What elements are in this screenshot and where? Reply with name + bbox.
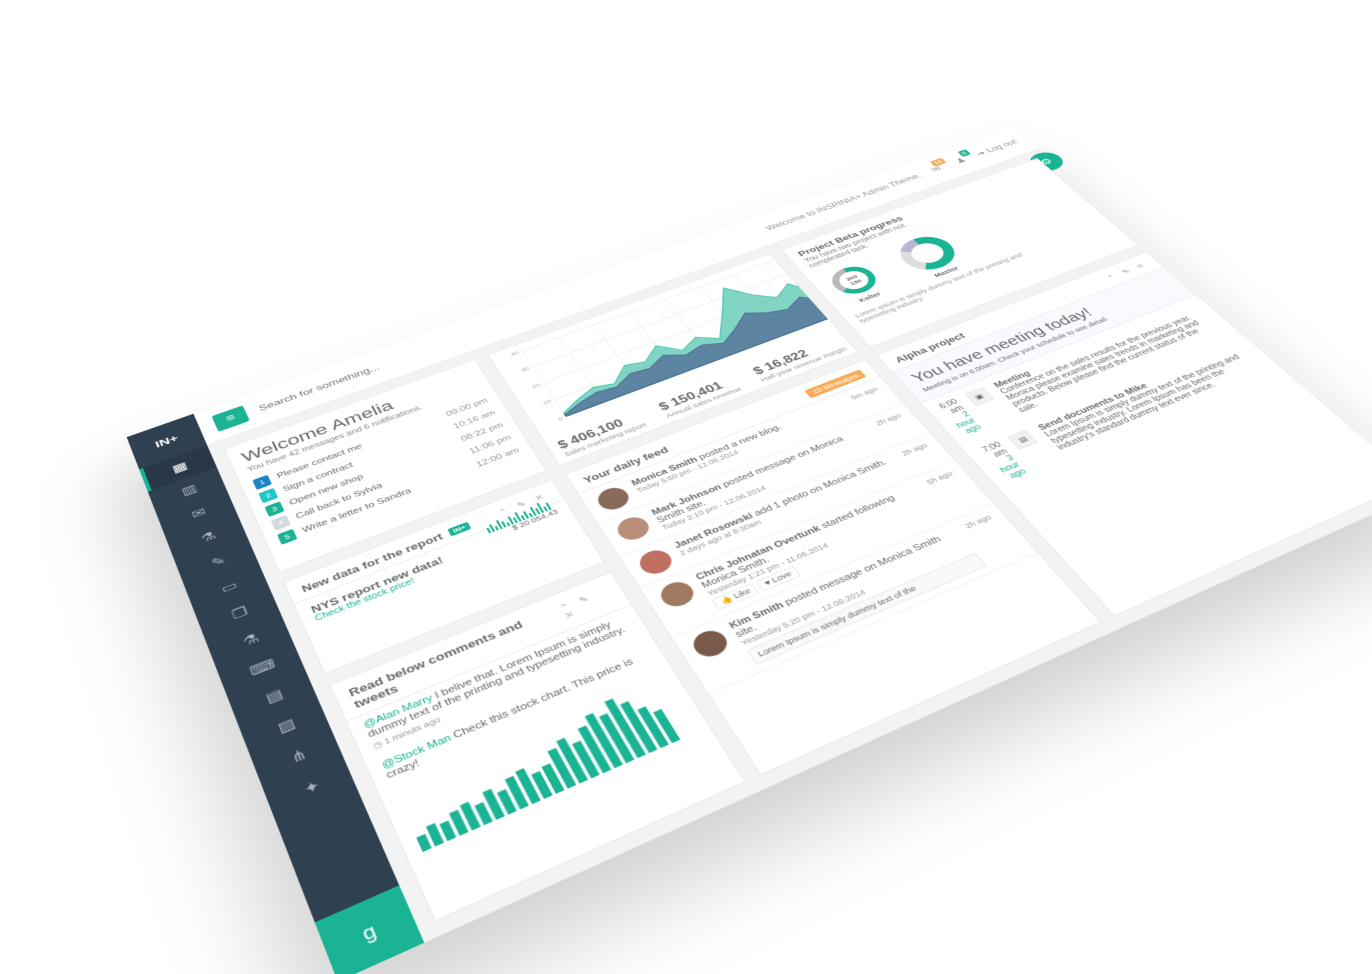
y-tick-label: 20 (531, 382, 542, 389)
new-data-label: IN+ (448, 522, 472, 537)
y-tick-label: 40 (510, 350, 521, 357)
love-label: Love (770, 570, 793, 585)
avatar[interactable] (688, 626, 732, 661)
briefcase-icon: ▣ (964, 387, 994, 407)
y-tick-label: 30 (520, 366, 531, 373)
avatar[interactable] (613, 513, 654, 543)
like-label: Like (732, 587, 753, 601)
y-tick-label: 0 (557, 416, 564, 422)
logout-label: Log out (984, 138, 1019, 154)
avatar[interactable] (593, 484, 633, 513)
avatar[interactable] (656, 578, 699, 611)
feed-time-ago: 2h ago (874, 412, 915, 441)
file-icon: ▤ (1008, 429, 1039, 450)
feed-time-ago: 2h ago (900, 442, 940, 470)
donut-slice (902, 250, 925, 268)
feed-time-ago: 5m ago (849, 386, 889, 413)
dashboard-window: IN+ ▦ ▥ ✉ ⚗ ✎ ▭ ❐ ⚗ ⌨ ▤ ▨ ⋔ ✦ g ≡ Welcom… (127, 126, 1372, 974)
y-tick-label: 10 (542, 399, 553, 407)
chart-vgridline (522, 351, 566, 417)
mail-count-badge: 16 (930, 158, 947, 167)
stock-bar (439, 820, 456, 841)
todo-number-badge: 5 (277, 529, 297, 545)
stock-bar (416, 834, 431, 852)
logout-link[interactable]: ➜ Log out (974, 138, 1019, 157)
alert-count-badge: 8 (958, 149, 971, 157)
avatar[interactable] (635, 546, 677, 578)
mail-notification-icon[interactable]: ✉ 16 (925, 163, 949, 176)
main-area: ≡ Welcome to INSPINIA+ Admin Theme. ✉16 … (193, 126, 1372, 942)
menu-toggle-button[interactable]: ≡ (212, 405, 250, 432)
kolter-donut: 300 150 Kolter (817, 257, 896, 308)
dashboard-content: Welcome Amelia You have 42 messages and … (207, 149, 1372, 943)
bell-notification-icon[interactable]: ♟ 8 (949, 154, 973, 167)
